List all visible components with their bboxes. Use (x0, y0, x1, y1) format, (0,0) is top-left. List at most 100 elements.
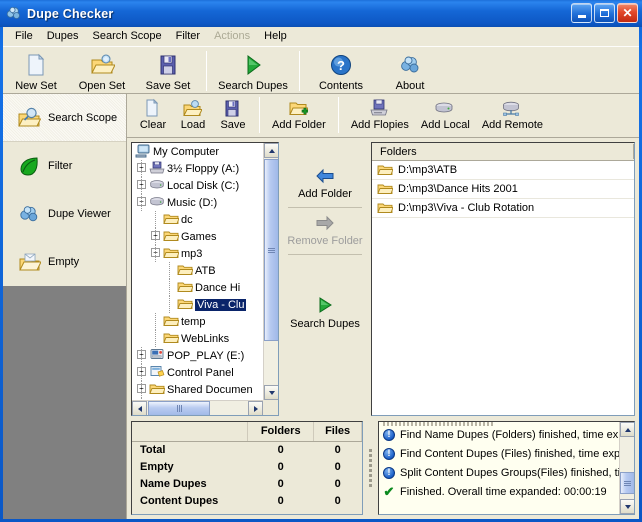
column-resize-handle[interactable] (633, 144, 634, 159)
sidebar-item-empty-label: Empty (48, 255, 80, 268)
new-document-icon (23, 52, 49, 78)
toolbar-about-button[interactable]: About (377, 49, 443, 93)
transfer-buttons-column: Add Folder Remove Folder Search Dupes (279, 142, 371, 416)
folders-list-row[interactable]: D:\mp3\Dance Hits 2001 (372, 180, 634, 199)
folders-column-header[interactable]: Folders (372, 146, 634, 158)
sidebar-item-empty[interactable]: Empty (3, 238, 126, 286)
folders-list-row[interactable]: D:\mp3\Viva - Club Rotation (372, 199, 634, 218)
stats-folders-value: 0 (277, 443, 284, 456)
log-entry-text: Find Content Dupes (Files) finished, tim… (400, 447, 619, 460)
body-region: Search Scope Filter Dupe Viewer Empty Cl… (3, 94, 639, 519)
tree-connector (155, 330, 156, 347)
folder-icon (163, 212, 180, 226)
menu-help[interactable]: Help (257, 28, 294, 44)
tree-hscroll-thumb[interactable] (148, 401, 210, 415)
tree-vertical-scrollbar[interactable] (263, 143, 278, 400)
tree-node[interactable]: +POP_PLAY (E:) (132, 347, 263, 364)
scope-separator-2 (337, 97, 339, 133)
folder-icon (163, 331, 180, 345)
statistics-row: Content Dupes 0 0 (132, 492, 362, 509)
stats-row-label: Total (140, 443, 166, 456)
tree-node-label: 3½ Floppy (A:) (167, 162, 240, 175)
folders-list[interactable]: Folders D:\mp3\ATB D:\mp3\Dance Hits 2001… (371, 142, 635, 416)
tree-node-label: My Computer (153, 145, 220, 158)
scope-clear-button[interactable]: Clear (133, 96, 173, 136)
tree-node[interactable]: +Shared Documen (132, 381, 263, 398)
tree-vscroll-thumb[interactable] (264, 159, 278, 341)
minimize-button[interactable] (571, 3, 592, 23)
tree-node[interactable]: dc (132, 211, 263, 228)
log-vscroll-thumb[interactable] (620, 472, 634, 494)
tree-node-label: Local Disk (C:) (167, 179, 240, 192)
toolbar-open-set-button[interactable]: Open Set (69, 49, 135, 93)
folders-list-pane: Folders D:\mp3\ATB D:\mp3\Dance Hits 2001… (371, 142, 635, 416)
open-folder-icon (89, 52, 116, 78)
splitter-handle[interactable] (366, 421, 375, 515)
tree-node[interactable]: Viva - Clu (132, 296, 263, 313)
tree-node[interactable]: −Music (D:) (132, 194, 263, 211)
hard-drive-icon (149, 178, 165, 192)
scope-add-local-label: Add Local (420, 119, 470, 131)
menu-dupes[interactable]: Dupes (40, 28, 86, 44)
tree-node[interactable]: WebLinks (132, 330, 263, 347)
log-scroll-up-button[interactable] (620, 422, 634, 437)
tree-scroll-left-button[interactable] (132, 401, 147, 415)
sidebar-item-dupe-viewer[interactable]: Dupe Viewer (3, 190, 126, 238)
scope-load-button[interactable]: Load (173, 96, 213, 136)
stats-folders-value: 0 (277, 477, 284, 490)
tree-scroll-up-button[interactable] (264, 143, 278, 158)
add-folder-action-button[interactable]: Add Folder (285, 164, 365, 204)
toolbar-save-set-button[interactable]: Save Set (135, 49, 201, 93)
tree-node[interactable]: −mp3 (132, 245, 263, 262)
log-scroll-down-button[interactable] (620, 499, 634, 514)
log-vertical-scrollbar[interactable] (619, 422, 634, 514)
toolbar-new-set-button[interactable]: New Set (3, 49, 69, 93)
tree-node[interactable]: Dance Hi (132, 279, 263, 296)
scope-save-button[interactable]: Save (213, 96, 253, 136)
toolbar-search-dupes-label: Search Dupes (218, 80, 288, 92)
tree-node-label: Dance Hi (195, 281, 241, 294)
scope-add-folder-button[interactable]: Add Folder (266, 96, 332, 136)
maximize-button[interactable] (594, 3, 615, 23)
tree-node[interactable]: +Control Panel (132, 364, 263, 381)
tree-scroll-right-button[interactable] (248, 401, 263, 415)
scope-add-local-button[interactable]: Add Local (415, 96, 476, 136)
sidebar-item-filter[interactable]: Filter (3, 142, 126, 190)
application-window: Dupe Checker ✕ File Dupes Search Scope F… (0, 0, 642, 522)
dupes-cluster-icon (17, 202, 41, 226)
tree-node[interactable]: ATB (132, 262, 263, 279)
tree-node[interactable]: My Computer (132, 143, 263, 160)
green-leaf-icon (17, 154, 41, 178)
menu-file[interactable]: File (8, 28, 40, 44)
folder-path-label: D:\mp3\Dance Hits 2001 (398, 183, 518, 195)
tree-node-label: Games (181, 230, 217, 243)
close-button[interactable]: ✕ (617, 3, 638, 23)
toolbar-search-dupes-button[interactable]: Search Dupes (212, 49, 294, 93)
tree-scroll-down-button[interactable] (264, 385, 278, 400)
tree-node[interactable]: +3½ Floppy (A:) (132, 160, 263, 177)
tree-scrollbar-corner (263, 400, 278, 415)
menu-search-scope[interactable]: Search Scope (86, 28, 169, 44)
sidebar-item-search-scope[interactable]: Search Scope (3, 94, 126, 142)
toolbar-contents-label: Contents (318, 80, 364, 92)
tree-node-label: POP_PLAY (E:) (167, 349, 245, 362)
search-dupes-action-button[interactable]: Search Dupes (285, 292, 365, 334)
folders-list-row[interactable]: D:\mp3\ATB (372, 161, 634, 180)
toolbar-contents-button[interactable]: ? Contents (305, 49, 377, 93)
scope-add-remote-button[interactable]: Add Remote (476, 96, 549, 136)
scope-add-remote-label: Add Remote (481, 119, 543, 131)
tree-node[interactable]: +Games (132, 228, 263, 245)
window-controls: ✕ (571, 3, 638, 23)
help-question-icon: ? (328, 52, 354, 78)
stats-files-value: 0 (334, 477, 341, 490)
tree-node[interactable]: +Local Disk (C:) (132, 177, 263, 194)
tree-horizontal-scrollbar[interactable] (132, 400, 263, 415)
transfer-separator-1 (288, 207, 362, 208)
main-toolbar: New Set Open Set Save Set Search Dupes ?… (3, 46, 639, 94)
menu-filter[interactable]: Filter (169, 28, 207, 44)
magnifier-folder-icon (17, 106, 42, 130)
scope-clear-label: Clear (139, 119, 167, 131)
folder-tree[interactable]: My Computer +3½ Floppy (A:)+Local Disk (C… (131, 142, 279, 416)
tree-node[interactable]: temp (132, 313, 263, 330)
scope-add-flopies-button[interactable]: Add Flopies (345, 96, 415, 136)
